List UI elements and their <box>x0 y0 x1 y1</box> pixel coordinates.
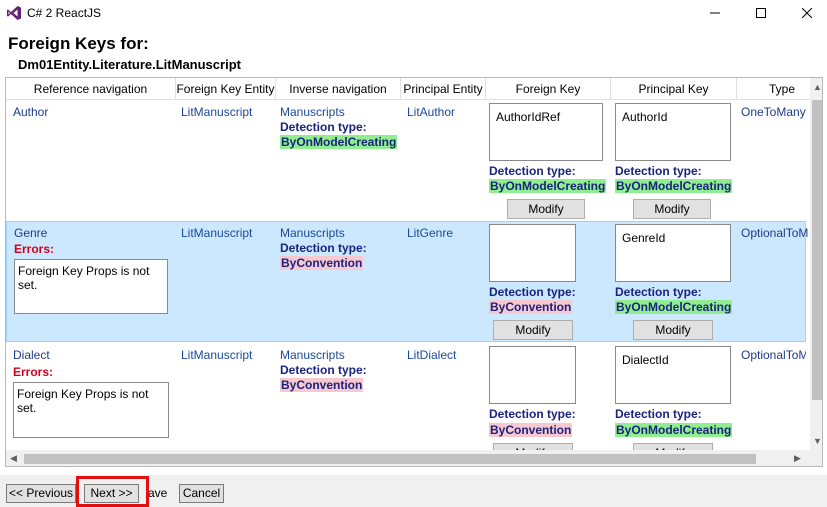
error-message-box[interactable]: Foreign Key Props is not set. <box>13 382 169 438</box>
type-value: OptionalToM <box>741 226 809 240</box>
horizontal-scrollbar[interactable]: ◀ ▶ <box>6 450 810 466</box>
column-header-row: Reference navigation Foreign Key Entity … <box>6 78 822 100</box>
maximize-icon <box>756 8 766 18</box>
col-header-reference-navigation[interactable]: Reference navigation <box>6 78 176 100</box>
pk-modify-button[interactable]: Modify <box>633 199 711 219</box>
error-message-box[interactable]: Foreign Key Props is not set. <box>14 259 168 314</box>
inverse-detection-value: ByConvention <box>280 256 364 270</box>
page-title: Foreign Keys for: <box>8 34 149 53</box>
table-row[interactable]: Author LitManuscript Manuscripts Detecti… <box>6 100 806 221</box>
type-value: OneToMany <box>741 105 806 119</box>
button-bar: << Previous Next >> ave Cancel <box>0 475 827 507</box>
fk-modify-button[interactable]: Modify <box>493 443 573 450</box>
scroll-up-icon[interactable]: ▲ <box>813 82 822 92</box>
entity-name: Dm01Entity.Literature.LitManuscript <box>18 57 241 72</box>
fk-entity-value: LitManuscript <box>181 348 253 362</box>
inverse-detection-value: ByOnModelCreating <box>280 135 398 149</box>
errors-label: Errors: <box>13 365 54 379</box>
inverse-detection-label: Detection type: <box>280 363 367 377</box>
cancel-button[interactable]: Cancel <box>179 484 224 503</box>
table-row-selected[interactable]: Genre Errors: Foreign Key Props is not s… <box>6 221 809 342</box>
principal-entity-value: LitGenre <box>407 226 454 240</box>
previous-button[interactable]: << Previous <box>6 484 76 503</box>
pk-modify-button[interactable]: Modify <box>633 443 713 450</box>
vertical-scrollbar[interactable]: ▲ ▼ <box>810 78 822 450</box>
col-header-inverse-navigation[interactable]: Inverse navigation <box>276 78 401 100</box>
pk-props-box[interactable]: GenreId <box>615 224 731 282</box>
fk-modify-button[interactable]: Modify <box>493 320 573 340</box>
inverse-nav-value: Manuscripts <box>280 105 345 119</box>
minimize-button[interactable] <box>692 0 738 26</box>
principal-entity-value: LitDialect <box>407 348 457 362</box>
pk-detection-label: Detection type: <box>615 164 702 178</box>
fk-props-box[interactable] <box>489 224 576 282</box>
pk-detection-value: ByOnModelCreating <box>615 179 733 193</box>
table-row[interactable]: Dialect Errors: Foreign Key Props is not… <box>6 343 806 450</box>
pk-props-box[interactable]: AuthorId <box>615 103 731 161</box>
scroll-right-icon[interactable]: ▶ <box>794 453 801 464</box>
highlight-box <box>76 476 149 507</box>
window-title: C# 2 ReactJS <box>27 6 102 20</box>
fk-props-box[interactable]: AuthorIdRef <box>489 103 603 161</box>
col-header-foreign-key-entity[interactable]: Foreign Key Entity <box>176 78 276 100</box>
pk-detection-value: ByOnModelCreating <box>615 423 733 437</box>
fk-detection-label: Detection type: <box>489 407 576 421</box>
minimize-icon <box>710 12 720 14</box>
fk-detection-value: ByOnModelCreating <box>489 179 607 193</box>
pk-detection-value: ByOnModelCreating <box>615 300 733 314</box>
pk-detection-label: Detection type: <box>615 407 702 421</box>
close-icon <box>802 8 812 18</box>
type-value: OptionalToM <box>741 348 806 362</box>
principal-entity-value: LitAuthor <box>407 105 456 119</box>
foreign-keys-grid[interactable]: Reference navigation Foreign Key Entity … <box>5 77 823 467</box>
pk-props-box[interactable]: DialectId <box>615 346 731 404</box>
inverse-nav-value: Manuscripts <box>280 348 345 362</box>
fk-props-box[interactable] <box>489 346 576 404</box>
maximize-button[interactable] <box>738 0 784 26</box>
title-bar: C# 2 ReactJS <box>0 0 827 26</box>
ref-nav-value: Dialect <box>13 348 50 362</box>
visual-studio-icon <box>7 6 21 20</box>
fk-detection-label: Detection type: <box>489 164 576 178</box>
col-header-principal-entity[interactable]: Principal Entity <box>401 78 486 100</box>
inverse-detection-label: Detection type: <box>280 120 367 134</box>
vertical-scroll-thumb[interactable] <box>812 100 822 400</box>
col-header-principal-key[interactable]: Principal Key <box>611 78 737 100</box>
scroll-left-icon[interactable]: ◀ <box>10 453 17 464</box>
pk-detection-label: Detection type: <box>615 285 702 299</box>
scrollbar-corner <box>810 450 822 466</box>
errors-label: Errors: <box>14 242 55 256</box>
horizontal-scroll-thumb[interactable] <box>24 454 756 464</box>
fk-detection-value: ByConvention <box>489 423 573 437</box>
fk-detection-label: Detection type: <box>489 285 576 299</box>
pk-modify-button[interactable]: Modify <box>633 320 713 340</box>
ref-nav-value: Author <box>13 105 49 119</box>
close-button[interactable] <box>784 0 827 26</box>
scroll-down-icon[interactable]: ▼ <box>813 436 822 446</box>
inverse-detection-value: ByConvention <box>280 378 364 392</box>
fk-entity-value: LitManuscript <box>181 226 253 240</box>
inverse-nav-value: Manuscripts <box>280 226 345 240</box>
col-header-foreign-key[interactable]: Foreign Key <box>486 78 611 100</box>
fk-modify-button[interactable]: Modify <box>507 199 585 219</box>
fk-entity-value: LitManuscript <box>181 105 253 119</box>
fk-detection-value: ByConvention <box>489 300 573 314</box>
inverse-detection-label: Detection type: <box>280 241 367 255</box>
ref-nav-value: Genre <box>14 226 48 240</box>
app-window: C# 2 ReactJS Foreign Keys for: Dm01Entit… <box>0 0 827 507</box>
